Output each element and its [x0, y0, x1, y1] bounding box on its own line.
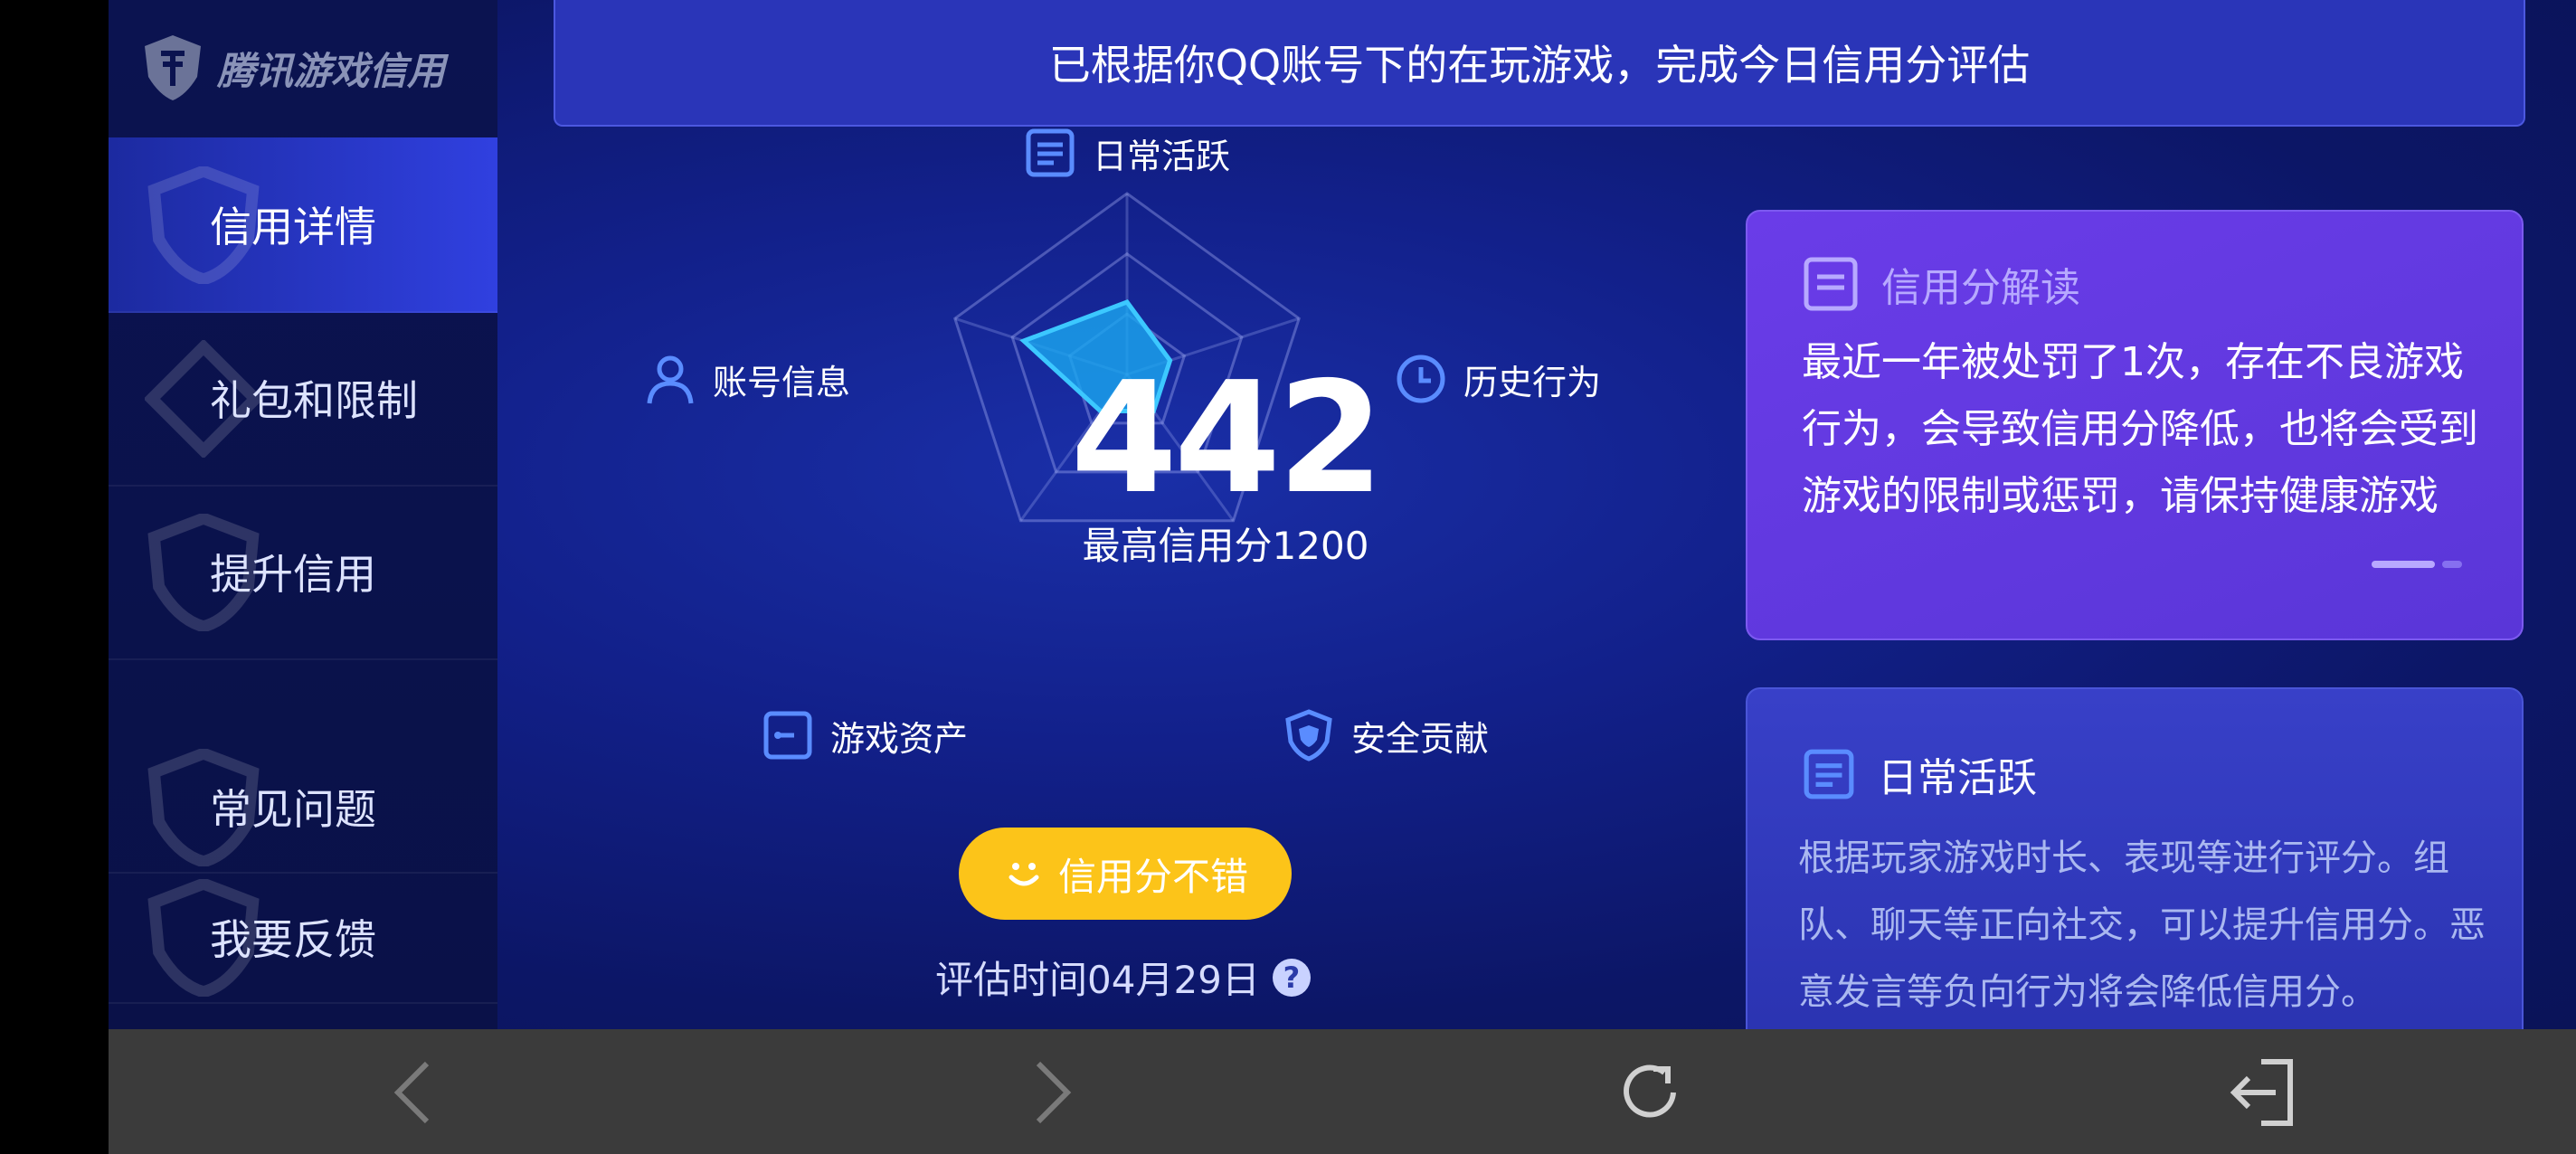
- credit-status-text: 信用分不错: [1057, 854, 1248, 899]
- exit-icon[interactable]: [2225, 1056, 2297, 1129]
- sidebar-item-faq[interactable]: 常见问题: [109, 742, 497, 874]
- sidebar-item-label: 我要反馈: [210, 915, 376, 964]
- evaluation-time-text: 评估时间04月29日: [935, 958, 1260, 1002]
- sidebar-item-label: 提升信用: [210, 550, 376, 599]
- smile-icon: [1009, 863, 1039, 886]
- wallet-icon: [763, 711, 812, 760]
- forward-icon[interactable]: [1013, 1056, 1085, 1129]
- sidebar-item-feedback[interactable]: 我要反馈: [109, 872, 497, 1004]
- credit-interpretation-card: 信用分解读 最近一年被处罚了1次，存在不良游戏行为，会导致信用分降低，也将会受到…: [1746, 210, 2524, 640]
- sidebar-item-improve-credit[interactable]: 提升信用: [109, 485, 497, 660]
- axis-label-text: 历史行为: [1463, 362, 1602, 402]
- logo-shield-icon: [145, 35, 201, 100]
- sidebar-item-gifts-limits[interactable]: 礼包和限制: [109, 311, 497, 487]
- card-body: 根据玩家游戏时长、表现等进行评分。组队、聊天等正向社交，可以提升信用分。恶意发言…: [1798, 837, 2486, 1013]
- banner-text: 已根据你QQ账号下的在玩游戏，完成今日信用分评估: [1048, 41, 2031, 90]
- sidebar-item-credit-detail[interactable]: 信用详情: [109, 137, 497, 313]
- logo-text: 腾讯游戏信用: [217, 48, 446, 93]
- evaluation-time: 评估时间04月29日 ?: [935, 950, 1311, 1005]
- sidebar-item-label: 信用详情: [210, 203, 376, 251]
- axis-label-text: 账号信息: [713, 362, 851, 402]
- card-title: 日常活跃: [1878, 755, 2037, 801]
- carousel-dot[interactable]: [2442, 561, 2462, 568]
- card-header: 信用分解读: [1802, 255, 2080, 313]
- axis-label-text: 游戏资产: [830, 718, 969, 759]
- sidebar-item-label: 礼包和限制: [210, 376, 418, 425]
- carousel-indicator: [2372, 561, 2462, 568]
- browser-bottom-bar: [109, 1029, 2576, 1154]
- refresh-icon[interactable]: [1614, 1056, 1686, 1129]
- radar-axis-assets: 游戏资产: [762, 709, 968, 761]
- credit-page: 腾讯游戏信用 信用详情 礼包和限制 提升信用 常见问题 我要反馈 已根据你QQ账…: [109, 0, 2576, 1029]
- axis-label-text: 安全贡献: [1351, 718, 1490, 759]
- sidebar-item-label: 常见问题: [210, 785, 376, 834]
- app-frame: 腾讯游戏信用 信用详情 礼包和限制 提升信用 常见问题 我要反馈 已根据你QQ账…: [109, 0, 2576, 1154]
- card-title: 信用分解读: [1881, 265, 2080, 311]
- document-icon: [1804, 257, 1858, 311]
- shield-icon: [1285, 709, 1332, 761]
- axis-label-text: 日常活跃: [1093, 136, 1231, 176]
- card-body: 最近一年被处罚了1次，存在不良游戏行为，会导致信用分降低，也将会受到游戏的限制或…: [1802, 339, 2478, 519]
- credit-score: 442: [1070, 349, 1385, 528]
- list-icon: [1804, 749, 1854, 799]
- radar-axis-daily-active: 日常活跃: [1024, 127, 1230, 179]
- list-icon: [1026, 128, 1075, 177]
- evaluation-banner: 已根据你QQ账号下的在玩游戏，完成今日信用分评估: [554, 0, 2525, 127]
- sidebar: 腾讯游戏信用 信用详情 礼包和限制 提升信用 常见问题 我要反馈: [109, 0, 497, 1029]
- radar-axis-security: 安全贡献: [1283, 709, 1489, 761]
- max-score-text: 最高信用分1200: [1082, 524, 1369, 568]
- daily-active-card: 日常活跃 根据玩家游戏时长、表现等进行评分。组队、聊天等正向社交，可以提升信用分…: [1746, 687, 2524, 1029]
- app-logo: 腾讯游戏信用: [141, 27, 445, 109]
- credit-status-badge: 信用分不错: [959, 828, 1292, 920]
- back-icon[interactable]: [380, 1056, 452, 1129]
- card-header: 日常活跃: [1802, 745, 2037, 803]
- user-icon: [647, 355, 694, 404]
- radar-axis-account: 账号信息: [644, 353, 850, 405]
- carousel-dot-active: [2372, 561, 2435, 568]
- help-icon[interactable]: ?: [1272, 958, 1311, 997]
